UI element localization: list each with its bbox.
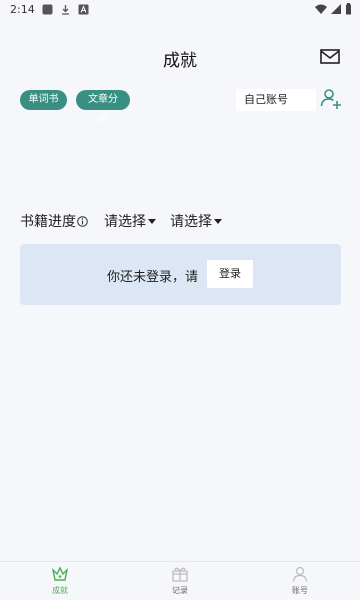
chevron-down-icon [214, 218, 222, 224]
battery-icon [346, 3, 351, 15]
nav-label-record: 记录 [172, 586, 188, 595]
add-user-icon[interactable] [320, 88, 342, 110]
nav-label-account: 账号 [292, 586, 308, 595]
notification-square-icon [42, 4, 53, 15]
book-progress-label: 书籍进度 [20, 214, 76, 230]
article-category-chip[interactable]: 文章分类 [76, 90, 130, 125]
login-prompt-card: 你还未登录，请 登录 [20, 244, 341, 305]
vocab-book-chip[interactable]: 单词书 [20, 90, 67, 110]
nav-item-achievement[interactable]: 成就 [30, 565, 90, 596]
account-input[interactable]: 自己账号 [236, 89, 316, 111]
wifi-icon [315, 4, 327, 14]
status-time: 2:14 [10, 3, 35, 16]
info-icon[interactable] [77, 215, 88, 227]
book-progress-row: 书籍进度 请选择 请选择 [20, 210, 222, 232]
app-a-icon [78, 4, 89, 15]
nav-label-achievement: 成就 [52, 586, 68, 595]
bottom-nav: 成就 记录 账号 [0, 561, 360, 600]
status-bar: 2:14 [0, 0, 360, 20]
book-select-1-value: 请选择 [104, 214, 146, 230]
achievement-crown-icon [51, 566, 69, 581]
signal-icon [331, 3, 341, 14]
book-select-2-value: 请选择 [170, 214, 212, 230]
nav-item-account[interactable]: 账号 [270, 565, 330, 596]
chevron-down-icon [148, 218, 156, 224]
header: 成就 [0, 40, 360, 74]
account-person-icon [292, 566, 308, 582]
gift-record-icon [172, 567, 188, 582]
login-button[interactable]: 登录 [207, 260, 253, 288]
book-select-1[interactable]: 请选择 [104, 211, 156, 231]
download-icon [62, 5, 69, 15]
page-title: 成就 [163, 51, 197, 71]
nav-item-record[interactable]: 记录 [150, 565, 210, 596]
mail-icon[interactable] [320, 48, 340, 66]
login-message: 你还未登录，请 [107, 270, 199, 285]
book-select-2[interactable]: 请选择 [170, 211, 222, 231]
